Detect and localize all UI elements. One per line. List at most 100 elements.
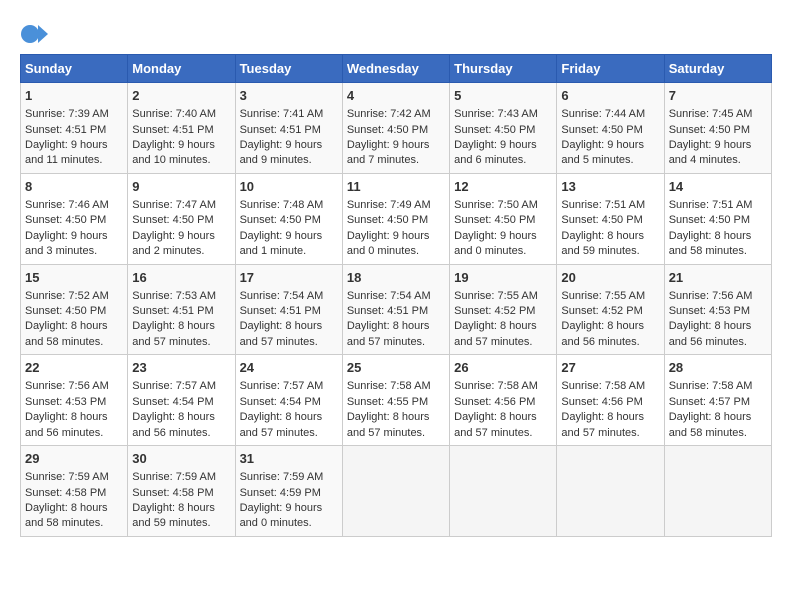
day-info: and 5 minutes. [561,153,659,168]
day-info: Sunset: 4:56 PM [561,395,659,410]
day-info: Sunset: 4:50 PM [25,304,123,319]
day-info: and 11 minutes. [25,153,123,168]
calendar-cell: 8Sunrise: 7:46 AMSunset: 4:50 PMDaylight… [21,173,128,264]
day-header-monday: Monday [128,55,235,83]
day-number: 9 [132,178,230,196]
day-info: Sunrise: 7:59 AM [132,470,230,485]
day-info: Sunrise: 7:55 AM [454,289,552,304]
day-info: and 4 minutes. [669,153,767,168]
day-number: 22 [25,359,123,377]
day-info: and 56 minutes. [25,426,123,441]
day-info: Daylight: 8 hours [240,410,338,425]
day-info: Sunrise: 7:40 AM [132,107,230,122]
day-number: 27 [561,359,659,377]
day-info: Daylight: 9 hours [347,138,445,153]
day-info: and 9 minutes. [240,153,338,168]
day-info: Daylight: 8 hours [347,410,445,425]
day-info: Sunrise: 7:44 AM [561,107,659,122]
day-number: 1 [25,87,123,105]
day-info: Sunset: 4:53 PM [25,395,123,410]
day-info: and 10 minutes. [132,153,230,168]
day-number: 11 [347,178,445,196]
day-info: Sunrise: 7:46 AM [25,198,123,213]
calendar-cell: 12Sunrise: 7:50 AMSunset: 4:50 PMDayligh… [450,173,557,264]
calendar-week-4: 22Sunrise: 7:56 AMSunset: 4:53 PMDayligh… [21,355,772,446]
day-number: 10 [240,178,338,196]
day-info: Daylight: 9 hours [132,138,230,153]
day-info: Sunset: 4:55 PM [347,395,445,410]
calendar-cell: 31Sunrise: 7:59 AMSunset: 4:59 PMDayligh… [235,446,342,537]
day-info: and 56 minutes. [669,335,767,350]
calendar-cell: 3Sunrise: 7:41 AMSunset: 4:51 PMDaylight… [235,83,342,174]
day-info: Daylight: 9 hours [347,229,445,244]
day-header-tuesday: Tuesday [235,55,342,83]
calendar-cell: 6Sunrise: 7:44 AMSunset: 4:50 PMDaylight… [557,83,664,174]
day-number: 2 [132,87,230,105]
day-info: and 3 minutes. [25,244,123,259]
day-info: and 57 minutes. [347,335,445,350]
day-number: 18 [347,269,445,287]
calendar-cell [664,446,771,537]
day-info: Sunrise: 7:39 AM [25,107,123,122]
calendar-cell: 24Sunrise: 7:57 AMSunset: 4:54 PMDayligh… [235,355,342,446]
day-info: Daylight: 8 hours [669,319,767,334]
day-number: 24 [240,359,338,377]
day-info: Daylight: 8 hours [561,410,659,425]
day-info: and 57 minutes. [132,335,230,350]
day-number: 5 [454,87,552,105]
day-info: Daylight: 9 hours [240,501,338,516]
calendar-cell: 16Sunrise: 7:53 AMSunset: 4:51 PMDayligh… [128,264,235,355]
day-info: Daylight: 9 hours [454,138,552,153]
day-info: Daylight: 9 hours [669,138,767,153]
day-info: Sunset: 4:51 PM [347,304,445,319]
day-info: Sunset: 4:58 PM [132,486,230,501]
day-info: and 59 minutes. [561,244,659,259]
day-info: Sunrise: 7:58 AM [669,379,767,394]
day-info: Sunset: 4:50 PM [347,123,445,138]
day-info: Daylight: 8 hours [347,319,445,334]
day-number: 31 [240,450,338,468]
day-info: Sunrise: 7:57 AM [132,379,230,394]
day-info: Sunrise: 7:58 AM [561,379,659,394]
day-info: Sunset: 4:50 PM [454,123,552,138]
day-info: and 57 minutes. [240,335,338,350]
day-number: 29 [25,450,123,468]
calendar-cell: 11Sunrise: 7:49 AMSunset: 4:50 PMDayligh… [342,173,449,264]
day-info: Sunset: 4:50 PM [669,123,767,138]
day-info: Sunset: 4:50 PM [25,213,123,228]
day-info: Sunrise: 7:56 AM [669,289,767,304]
day-info: Sunset: 4:57 PM [669,395,767,410]
day-number: 3 [240,87,338,105]
day-info: Sunset: 4:52 PM [561,304,659,319]
day-info: Daylight: 8 hours [669,410,767,425]
day-info: Sunrise: 7:50 AM [454,198,552,213]
day-number: 16 [132,269,230,287]
day-info: and 2 minutes. [132,244,230,259]
calendar-cell: 9Sunrise: 7:47 AMSunset: 4:50 PMDaylight… [128,173,235,264]
calendar-cell [450,446,557,537]
calendar-cell: 29Sunrise: 7:59 AMSunset: 4:58 PMDayligh… [21,446,128,537]
day-number: 4 [347,87,445,105]
day-info: Daylight: 9 hours [454,229,552,244]
calendar-table: SundayMondayTuesdayWednesdayThursdayFrid… [20,54,772,537]
calendar-cell: 2Sunrise: 7:40 AMSunset: 4:51 PMDaylight… [128,83,235,174]
day-info: Sunrise: 7:43 AM [454,107,552,122]
day-info: Sunset: 4:51 PM [240,304,338,319]
day-number: 17 [240,269,338,287]
day-info: and 0 minutes. [240,516,338,531]
day-info: Sunset: 4:54 PM [132,395,230,410]
day-info: Sunrise: 7:52 AM [25,289,123,304]
day-info: Daylight: 8 hours [669,229,767,244]
calendar-cell: 10Sunrise: 7:48 AMSunset: 4:50 PMDayligh… [235,173,342,264]
day-info: Sunset: 4:50 PM [561,123,659,138]
calendar-cell: 13Sunrise: 7:51 AMSunset: 4:50 PMDayligh… [557,173,664,264]
day-info: Sunrise: 7:59 AM [25,470,123,485]
day-info: Daylight: 8 hours [132,410,230,425]
day-info: Sunset: 4:51 PM [240,123,338,138]
day-info: and 1 minute. [240,244,338,259]
day-info: and 0 minutes. [347,244,445,259]
calendar-cell: 23Sunrise: 7:57 AMSunset: 4:54 PMDayligh… [128,355,235,446]
calendar-body: 1Sunrise: 7:39 AMSunset: 4:51 PMDaylight… [21,83,772,537]
day-info: Sunrise: 7:55 AM [561,289,659,304]
day-header-thursday: Thursday [450,55,557,83]
